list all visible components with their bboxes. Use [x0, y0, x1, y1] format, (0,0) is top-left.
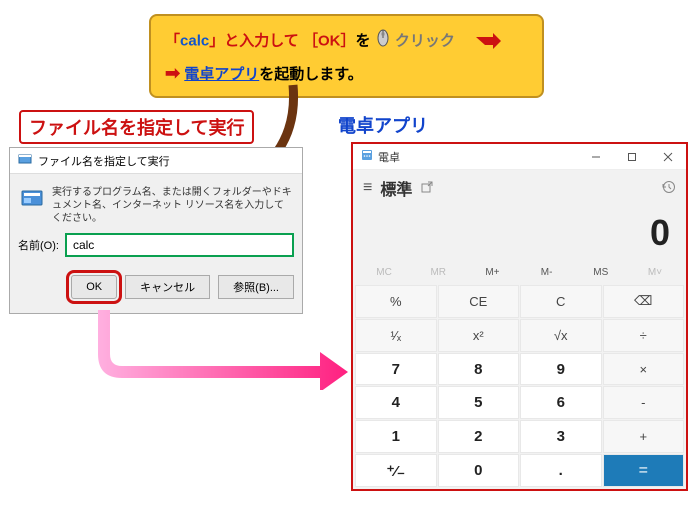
key-9[interactable]: 9: [520, 353, 602, 386]
calculator-mode: 標準: [380, 176, 412, 200]
cancel-button[interactable]: キャンセル: [125, 275, 210, 299]
key-sqrt[interactable]: √x: [520, 319, 602, 352]
mouse-cursor-icon: [375, 28, 391, 56]
run-dialog-app-icon: [20, 186, 44, 210]
run-dialog-buttons: OK キャンセル 参照(B)...: [10, 265, 302, 313]
text: を: [355, 33, 370, 50]
key-6[interactable]: 6: [520, 386, 602, 419]
key-reciprocal[interactable]: ¹⁄ₓ: [355, 319, 437, 352]
arrow-icon: ➡: [165, 63, 180, 83]
calc-text: calc: [180, 33, 209, 50]
calculator-title: 電卓: [378, 149, 400, 165]
key-multiply[interactable]: ×: [603, 353, 685, 386]
key-sign[interactable]: ⁺⁄₋: [355, 454, 437, 487]
mem-mdown[interactable]: M˅: [628, 264, 682, 281]
run-name-label: 名前(O):: [18, 237, 59, 253]
calculator-memory-row: MC MR M+ M- MS M˅: [353, 264, 686, 285]
run-dialog-titlebar: ファイル名を指定して実行: [10, 148, 302, 174]
callout-line2: ➡ 電卓アプリを起動します。: [165, 59, 528, 88]
calculator-app-icon: [361, 149, 373, 164]
calculator-label: 電卓アプリ: [338, 112, 428, 138]
arrow-right-icon: [475, 29, 501, 54]
text: 「: [165, 33, 180, 50]
key-dot[interactable]: .: [520, 454, 602, 487]
key-2[interactable]: 2: [438, 420, 520, 453]
calculator-titlebar: 電卓: [353, 144, 686, 170]
key-7[interactable]: 7: [355, 353, 437, 386]
mem-mr[interactable]: MR: [411, 264, 465, 281]
menu-icon[interactable]: ≡: [363, 179, 372, 197]
mem-mc[interactable]: MC: [357, 264, 411, 281]
ok-text: OK: [318, 33, 341, 50]
calculator-keypad: % CE C ⌫ ¹⁄ₓ x² √x ÷ 7 8 9 × 4 5 6 - 1 2…: [353, 285, 686, 489]
key-backspace[interactable]: ⌫: [603, 285, 685, 318]
key-percent[interactable]: %: [355, 285, 437, 318]
callout-line1: 「calc」と入力して ［OK］を クリック: [165, 24, 528, 59]
run-dialog-input-row: 名前(O):: [10, 229, 302, 265]
run-dialog-label: ファイル名を指定して実行: [19, 110, 254, 144]
key-4[interactable]: 4: [355, 386, 437, 419]
mem-ms[interactable]: MS: [574, 264, 628, 281]
keep-on-top-icon[interactable]: [420, 180, 434, 197]
text: を起動します。: [259, 66, 363, 83]
mem-mplus[interactable]: M+: [465, 264, 519, 281]
key-c[interactable]: C: [520, 285, 602, 318]
calculator-header: ≡ 標準: [353, 170, 686, 206]
close-button[interactable]: [650, 144, 686, 170]
key-divide[interactable]: ÷: [603, 319, 685, 352]
history-icon[interactable]: [661, 179, 676, 197]
flow-arrow-icon: [95, 310, 350, 390]
text: 」と入力して: [209, 33, 303, 50]
run-dialog-window: ファイル名を指定して実行 実行するプログラム名、または開くフォルダーやドキュメン…: [9, 147, 303, 314]
key-5[interactable]: 5: [438, 386, 520, 419]
calculator-window: 電卓 ≡ 標準 0 MC MR M+ M- MS M˅ % CE C ⌫: [351, 142, 688, 491]
mem-mminus[interactable]: M-: [520, 264, 574, 281]
instruction-callout: 「calc」と入力して ［OK］を クリック ➡ 電卓アプリを起動します。: [149, 14, 544, 98]
text: ］: [340, 33, 355, 50]
run-dialog-description: 実行するプログラム名、または開くフォルダーやドキュメント名、インターネット リソ…: [52, 186, 292, 225]
key-3[interactable]: 3: [520, 420, 602, 453]
key-8[interactable]: 8: [438, 353, 520, 386]
run-dialog-body: 実行するプログラム名、または開くフォルダーやドキュメント名、インターネット リソ…: [10, 174, 302, 229]
text: ［: [303, 33, 318, 50]
minimize-button[interactable]: [578, 144, 614, 170]
calculator-display: 0: [353, 206, 686, 264]
key-square[interactable]: x²: [438, 319, 520, 352]
run-dialog-title: ファイル名を指定して実行: [38, 153, 170, 169]
key-ce[interactable]: CE: [438, 285, 520, 318]
run-name-input[interactable]: [65, 233, 294, 257]
key-plus[interactable]: +: [603, 420, 685, 453]
maximize-button[interactable]: [614, 144, 650, 170]
run-dialog-icon: [18, 152, 32, 169]
click-text: クリック: [395, 33, 455, 50]
key-0[interactable]: 0: [438, 454, 520, 487]
browse-button[interactable]: 参照(B)...: [218, 275, 294, 299]
key-1[interactable]: 1: [355, 420, 437, 453]
key-equals[interactable]: =: [603, 454, 685, 487]
app-link-text: 電卓アプリ: [184, 66, 259, 83]
ok-button[interactable]: OK: [71, 275, 117, 299]
key-minus[interactable]: -: [603, 386, 685, 419]
